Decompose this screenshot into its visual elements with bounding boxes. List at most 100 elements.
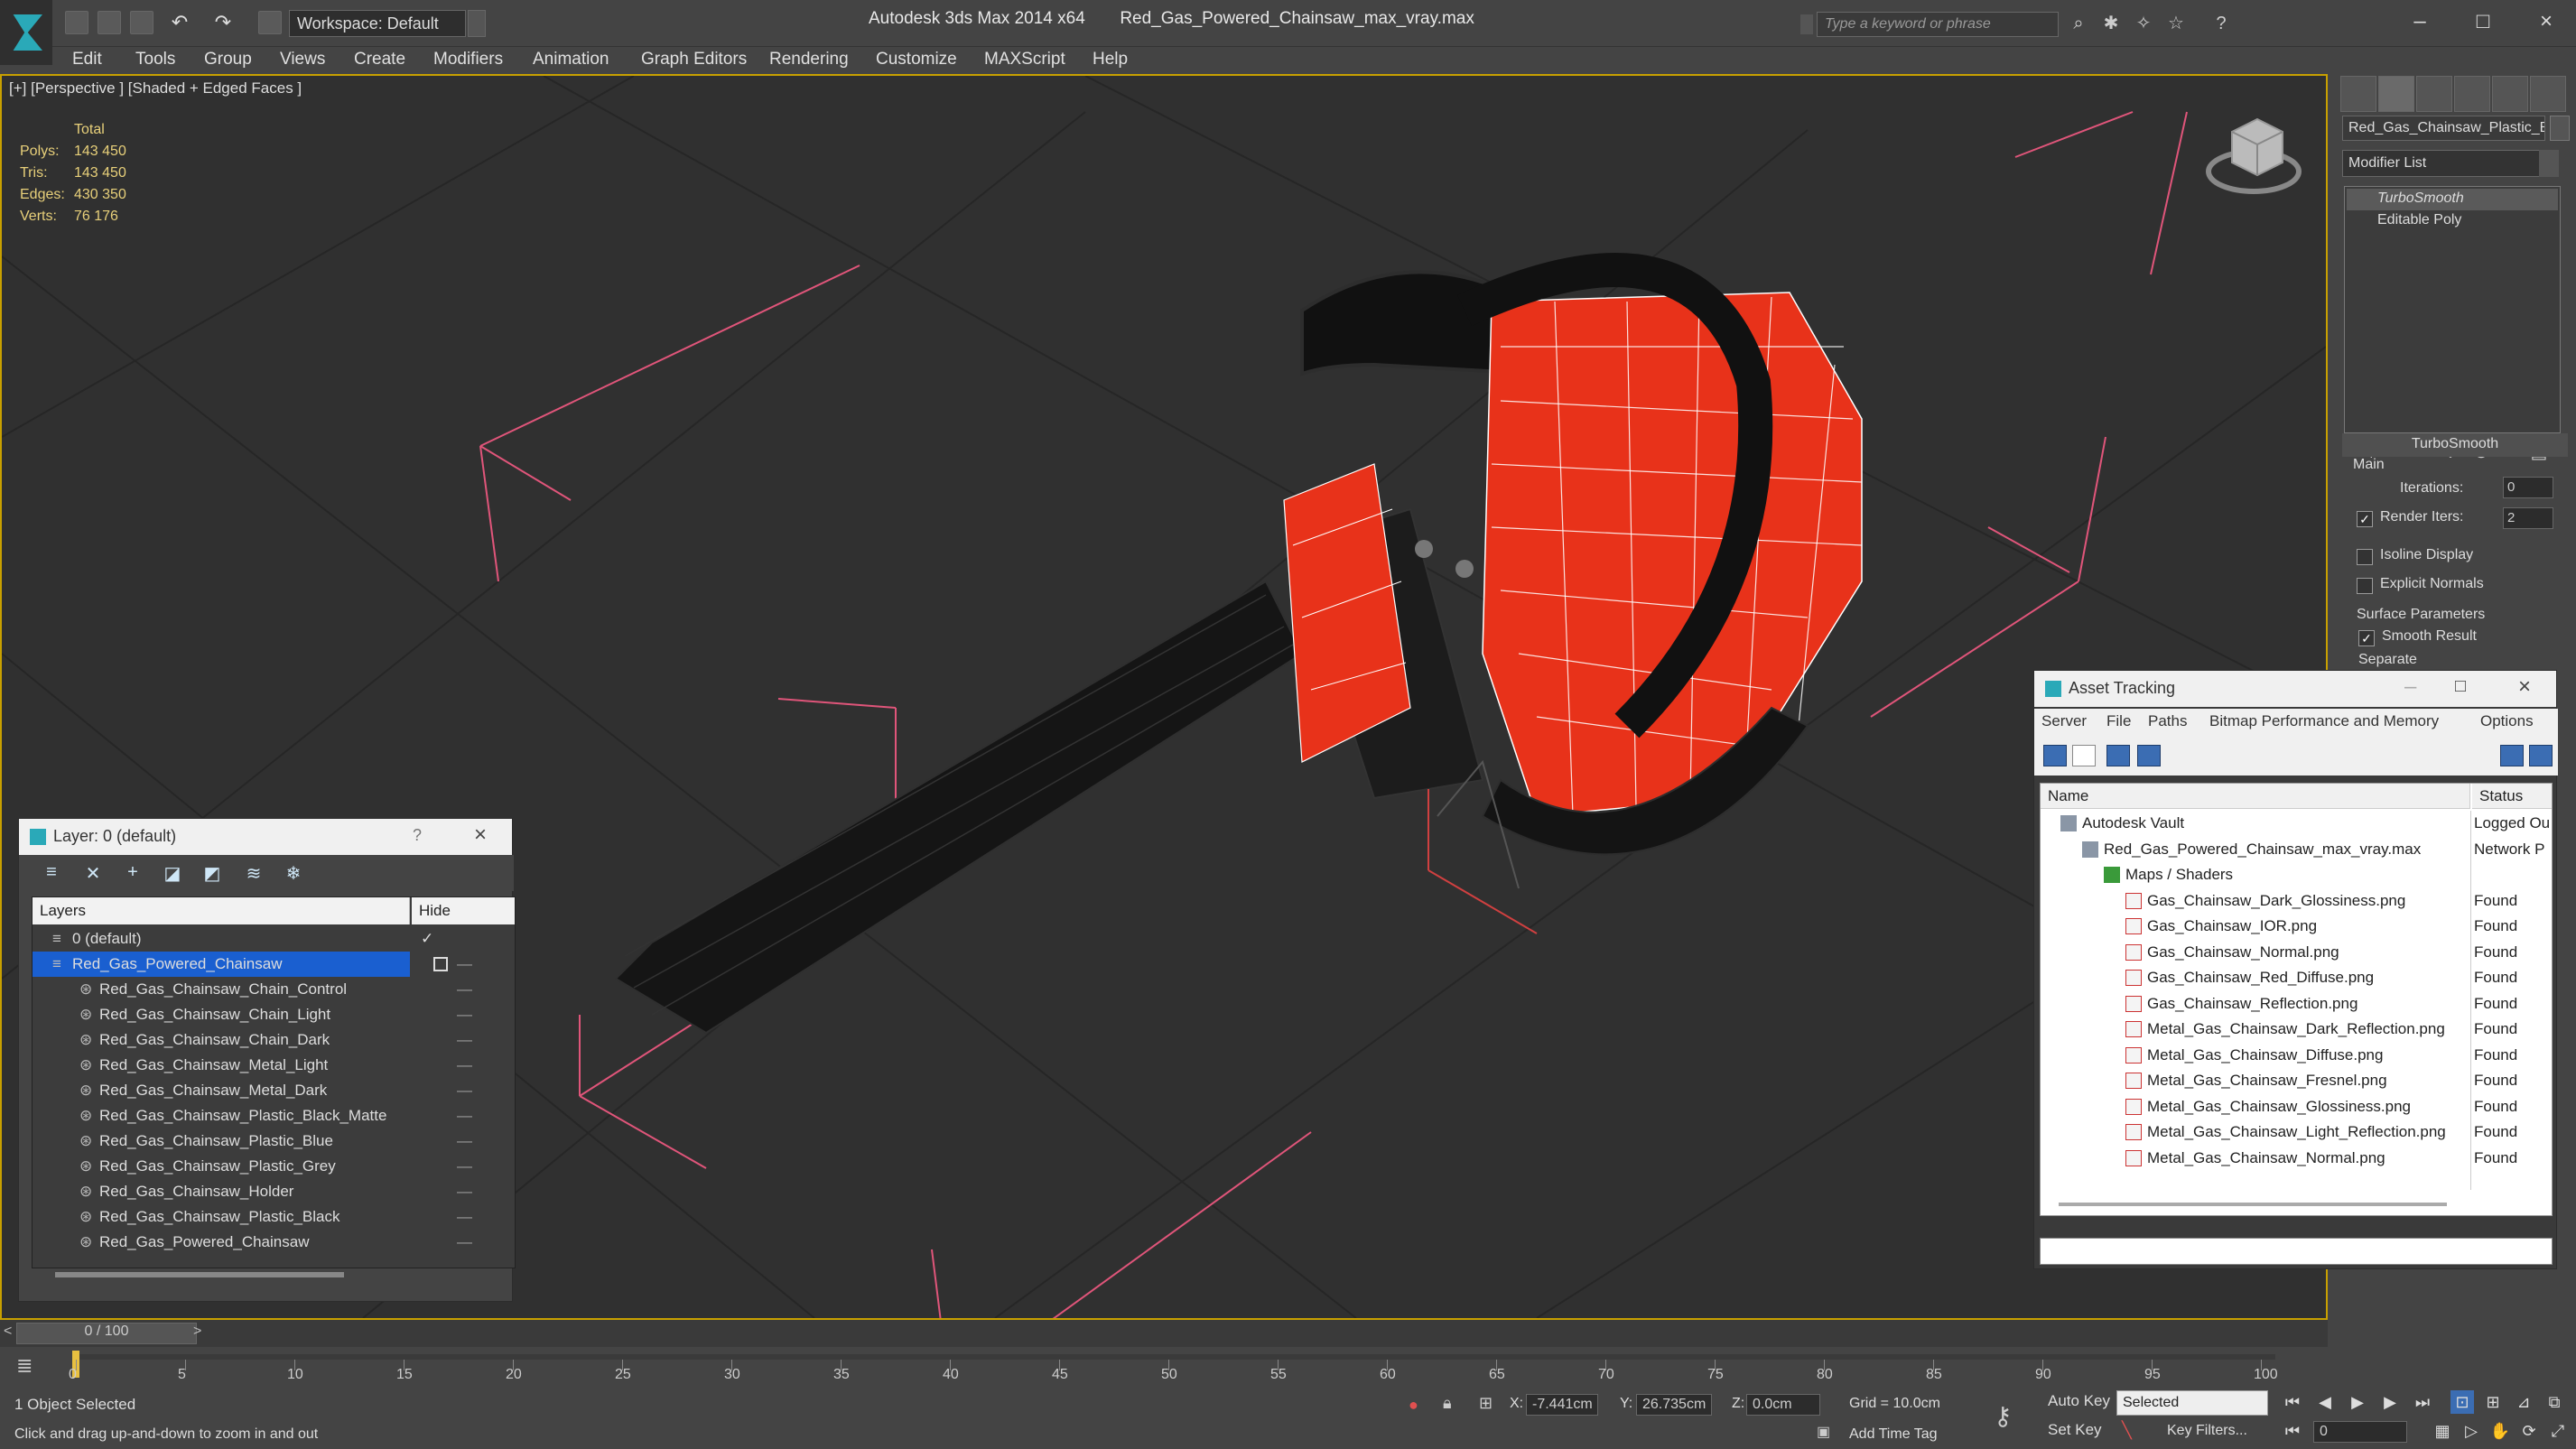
key-mode-icon[interactable]: ╲	[2122, 1421, 2132, 1440]
asset-menu-options[interactable]: Options	[2480, 712, 2534, 730]
menu-customize[interactable]: Customize	[876, 50, 957, 70]
status-column-header[interactable]: Status	[2472, 784, 2552, 809]
layer-panel-titlebar[interactable]: Layer: 0 (default)	[19, 819, 512, 855]
motion-tab-icon[interactable]	[2454, 76, 2490, 112]
asset-row[interactable]: Gas_Chainsaw_IOR.png Found	[2041, 914, 2552, 939]
layer-row[interactable]: ≡ 0 (default) ✓	[33, 926, 502, 952]
stack-item-editable-poly[interactable]: Editable Poly	[2347, 210, 2558, 232]
layer-hide-toggle[interactable]: —	[457, 1208, 472, 1226]
layer-row[interactable]: ⊛ Red_Gas_Chainsaw_Plastic_Grey —	[33, 1154, 502, 1179]
asset-settings-icon[interactable]	[2529, 745, 2553, 766]
asset-row[interactable]: Metal_Gas_Chainsaw_Fresnel.png Found	[2041, 1068, 2552, 1093]
key-mode-toggle-icon[interactable]: ⏮	[2281, 1419, 2304, 1443]
workspace-dropdown-arrow-icon[interactable]	[468, 10, 486, 37]
app-logo-icon[interactable]	[0, 0, 52, 65]
z-coordinate-field[interactable]: 0.0cm	[1746, 1394, 1820, 1416]
list-view-icon[interactable]	[2072, 745, 2096, 766]
iterations-spinner[interactable]: 0	[2503, 477, 2553, 498]
delete-layer-icon[interactable]: ✕	[80, 862, 106, 886]
zoom-region-icon[interactable]: ▷	[2460, 1419, 2483, 1443]
isolate-selection-icon[interactable]: ●	[1409, 1396, 1418, 1415]
modifier-list-dropdown[interactable]: Modifier List	[2342, 150, 2559, 177]
redo-icon[interactable]: ↷	[211, 11, 235, 34]
hide-all-layers-icon[interactable]: ≋	[241, 862, 266, 886]
asset-path-field[interactable]	[2040, 1238, 2553, 1265]
search-input[interactable]: Type a keyword or phrase	[1817, 12, 2059, 37]
add-to-layer-icon[interactable]: +	[120, 862, 145, 886]
layer-hide-toggle[interactable]: —	[457, 1056, 472, 1074]
layer-hide-toggle[interactable]: —	[457, 1157, 472, 1175]
object-color-swatch[interactable]	[2550, 116, 2570, 141]
menu-rendering[interactable]: Rendering	[769, 50, 849, 70]
asset-menu-bitmap-performance[interactable]: Bitmap Performance and Memory	[2209, 712, 2439, 730]
key-filters-button[interactable]: Key Filters...	[2167, 1423, 2247, 1439]
layers-column-header[interactable]: Layers	[33, 897, 410, 924]
time-prev-icon[interactable]: <	[4, 1324, 12, 1340]
layer-row[interactable]: ⊛ Red_Gas_Chainsaw_Plastic_Black_Matte —	[33, 1103, 502, 1129]
viewport-label[interactable]: [+] [Perspective ] [Shaded + Edged Faces…	[9, 79, 302, 98]
menu-tools[interactable]: Tools	[135, 50, 175, 70]
track-bar[interactable]: ≣ 0 5 10 15 20 25 30 35 40 45 50 55 60 65 70 75 80 85 90 95…	[0, 1347, 2328, 1389]
help-icon[interactable]: ?	[2210, 13, 2232, 34]
subscription-icon[interactable]: ✱	[2100, 13, 2122, 34]
layer-hide-toggle[interactable]: —	[457, 1183, 472, 1201]
project-folder-icon[interactable]	[258, 11, 282, 34]
menu-animation[interactable]: Animation	[533, 50, 609, 70]
binoculars-icon[interactable]: ⌕	[2068, 13, 2089, 34]
isoline-display-checkbox[interactable]	[2357, 549, 2373, 565]
absolute-mode-icon[interactable]: ⊞	[1479, 1394, 1493, 1413]
auto-key-button[interactable]: Auto Key	[2048, 1392, 2110, 1410]
minimize-icon[interactable]: –	[2393, 5, 2447, 38]
time-tag-icon[interactable]: ▣	[1817, 1423, 1830, 1441]
turbosmooth-rollout-header[interactable]: TurboSmooth	[2342, 433, 2568, 457]
render-iters-spinner[interactable]: 2	[2503, 507, 2553, 529]
layer-scrollbar[interactable]	[55, 1272, 344, 1277]
display-tab-icon[interactable]	[2492, 76, 2528, 112]
previous-frame-icon[interactable]: ◀	[2313, 1390, 2337, 1414]
detail-view-icon[interactable]	[2106, 745, 2130, 766]
layer-hide-toggle[interactable]: —	[457, 1082, 472, 1100]
smooth-result-checkbox[interactable]: ✓	[2358, 630, 2375, 646]
layer-row[interactable]: ⊛ Red_Gas_Chainsaw_Plastic_Blue —	[33, 1129, 502, 1154]
freeze-all-layers-icon[interactable]: ❄	[281, 862, 306, 886]
zoom-all-icon[interactable]: ⊞	[2481, 1390, 2505, 1414]
play-icon[interactable]: ▶	[2346, 1390, 2369, 1414]
menu-maxscript[interactable]: MAXScript	[984, 50, 1065, 70]
selection-lock-icon[interactable]: 🔒︎	[1443, 1394, 1452, 1413]
maximize-viewport-icon[interactable]: ⧉	[2543, 1390, 2566, 1414]
open-file-icon[interactable]	[98, 11, 121, 34]
favorites-star-icon[interactable]: ☆	[2165, 13, 2187, 34]
menu-views[interactable]: Views	[280, 50, 325, 70]
asset-row[interactable]: Gas_Chainsaw_Reflection.png Found	[2041, 991, 2552, 1017]
layer-row[interactable]: ⊛ Red_Gas_Powered_Chainsaw —	[33, 1230, 502, 1255]
layer-row[interactable]: ⊛ Red_Gas_Chainsaw_Plastic_Black —	[33, 1204, 502, 1230]
go-to-start-icon[interactable]: ⏮	[2281, 1390, 2304, 1414]
modifier-list-arrow-icon[interactable]	[2539, 150, 2559, 177]
key-set-dropdown[interactable]: Selected	[2116, 1390, 2268, 1416]
layer-close-icon[interactable]: ×	[474, 822, 487, 848]
hierarchy-tab-icon[interactable]	[2416, 76, 2452, 112]
stack-item-turbosmooth[interactable]: TurboSmooth	[2347, 189, 2558, 210]
menu-graph-editors[interactable]: Graph Editors	[641, 50, 747, 70]
next-frame-icon[interactable]: ▶	[2378, 1390, 2402, 1414]
layer-hide-toggle[interactable]: —	[457, 980, 472, 999]
asset-row[interactable]: Metal_Gas_Chainsaw_Normal.png Found	[2041, 1146, 2552, 1171]
maximize-icon[interactable]: □	[2456, 5, 2510, 38]
asset-scrollbar[interactable]	[2059, 1203, 2447, 1206]
asset-close-icon[interactable]: ×	[2518, 674, 2531, 700]
key-icon[interactable]: ⚷	[1994, 1401, 2013, 1431]
add-time-tag[interactable]: Add Time Tag	[1849, 1426, 1938, 1443]
asset-minimize-icon[interactable]: –	[2404, 674, 2416, 700]
layer-hide-toggle[interactable]: —	[457, 1107, 472, 1125]
search-expand-icon[interactable]	[1800, 14, 1813, 34]
y-coordinate-field[interactable]: 26.735cm	[1636, 1394, 1712, 1416]
new-file-icon[interactable]	[65, 11, 88, 34]
viewcube-icon[interactable]	[2206, 117, 2302, 194]
save-file-icon[interactable]	[130, 11, 153, 34]
layer-row[interactable]: ⊛ Red_Gas_Chainsaw_Holder —	[33, 1179, 502, 1204]
x-coordinate-field[interactable]: -7.441cm	[1526, 1394, 1598, 1416]
layer-row[interactable]: ≡ Red_Gas_Powered_Chainsaw —	[33, 952, 472, 977]
asset-row[interactable]: Red_Gas_Powered_Chainsaw_max_vray.max Net…	[2041, 837, 2552, 862]
layer-hide-toggle[interactable]: —	[457, 955, 472, 973]
asset-row[interactable]: Maps / Shaders	[2041, 862, 2552, 887]
